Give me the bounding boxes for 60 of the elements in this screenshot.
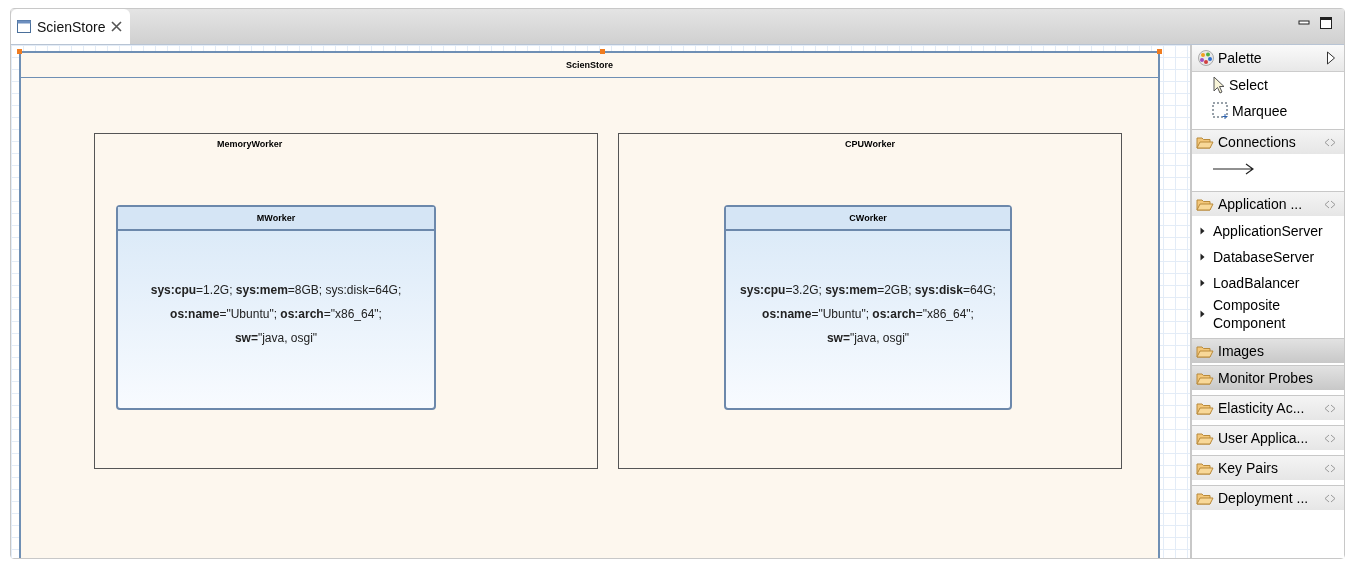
folder-icon bbox=[1196, 344, 1214, 358]
selection-handle[interactable] bbox=[1157, 49, 1162, 54]
palette-tool[interactable]: Marquee bbox=[1192, 98, 1344, 124]
palette-tool[interactable]: Select bbox=[1192, 72, 1344, 98]
expand-triangle-icon[interactable] bbox=[1326, 51, 1336, 65]
bullet-triangle-icon bbox=[1200, 310, 1205, 318]
palette-drawer[interactable]: Elasticity Ac... bbox=[1192, 395, 1344, 420]
pin-icon[interactable] bbox=[1324, 433, 1336, 443]
worker-container[interactable]: MemoryWorker MWorker sys:cpu=1.2G; sys:mem=8GB; sys:disk=64G; os:name="Ubuntu"; os:arch="x86_64"; sw="java, osgi" bbox=[94, 133, 598, 469]
pin-icon[interactable] bbox=[1324, 493, 1336, 503]
palette-drawer[interactable]: User Applica... bbox=[1192, 425, 1344, 450]
window-icon bbox=[17, 20, 31, 33]
worker-container[interactable]: CPUWorker CWorker sys:cpu=3.2G; sys:mem=2GB; sys:disk=64G; os:name="Ubuntu"; os:arch="x86_64"; sw="java, osgi" bbox=[618, 133, 1122, 469]
folder-icon bbox=[1196, 461, 1214, 475]
node-box[interactable]: CWorker sys:cpu=3.2G; sys:mem=2GB; sys:disk=64G; os:name="Ubuntu"; os:arch="x86_64"; sw="java, osgi" bbox=[724, 205, 1012, 410]
palette-item[interactable]: DatabaseServer bbox=[1192, 244, 1344, 270]
pointer-icon bbox=[1212, 76, 1226, 94]
palette-drawer[interactable]: Monitor Probes bbox=[1192, 365, 1344, 390]
property-line: os:name="Ubuntu"; os:arch="x86_64"; bbox=[762, 307, 974, 321]
palette-drawer[interactable]: Application ... bbox=[1192, 191, 1344, 216]
worker-title: CPUWorker bbox=[845, 139, 895, 149]
palette-item[interactable]: ApplicationServer bbox=[1192, 218, 1344, 244]
selection-handle[interactable] bbox=[17, 49, 22, 54]
maximize-icon[interactable] bbox=[1320, 17, 1332, 29]
pin-icon[interactable] bbox=[1324, 199, 1336, 209]
bullet-triangle-icon bbox=[1200, 279, 1205, 287]
close-icon[interactable] bbox=[111, 21, 123, 32]
palette-drawer[interactable]: Connections bbox=[1192, 129, 1344, 154]
worker-title: MemoryWorker bbox=[217, 139, 283, 149]
marquee-icon bbox=[1212, 102, 1229, 120]
palette-icon bbox=[1198, 50, 1214, 66]
node-box[interactable]: MWorker sys:cpu=1.2G; sys:mem=8GB; sys:disk=64G; os:name="Ubuntu"; os:arch="x86_64"; sw="java, osgi" bbox=[116, 205, 436, 410]
folder-icon bbox=[1196, 401, 1214, 415]
palette-item[interactable]: Composite Component bbox=[1192, 296, 1344, 332]
palette-drawer[interactable]: Key Pairs bbox=[1192, 455, 1344, 480]
folder-icon bbox=[1196, 431, 1214, 445]
bullet-triangle-icon bbox=[1200, 253, 1205, 261]
property-line: sw="java, osgi" bbox=[234, 331, 318, 345]
palette-drawer[interactable]: Images bbox=[1192, 338, 1344, 363]
folder-icon bbox=[1196, 197, 1214, 211]
arrow-icon[interactable] bbox=[1212, 162, 1254, 176]
palette-item[interactable]: LoadBalancer bbox=[1192, 270, 1344, 296]
editor-tab[interactable]: ScienStore bbox=[11, 9, 131, 44]
property-line: sys:cpu=3.2G; sys:mem=2GB; sys:disk=64G; bbox=[740, 283, 996, 297]
pin-icon[interactable] bbox=[1324, 403, 1336, 413]
node-title: CWorker bbox=[726, 207, 1010, 231]
pin-icon[interactable] bbox=[1324, 137, 1336, 147]
property-line: os:name="Ubuntu"; os:arch="x86_64"; bbox=[170, 307, 382, 321]
palette-drawer[interactable]: Deployment ... bbox=[1192, 485, 1344, 510]
property-line: sys:cpu=1.2G; sys:mem=8GB; sys:disk=64G; bbox=[150, 283, 402, 297]
property-line: sw="java, osgi" bbox=[826, 331, 910, 345]
palette-title: Palette bbox=[1218, 50, 1262, 66]
node-title: MWorker bbox=[118, 207, 434, 231]
pin-icon[interactable] bbox=[1324, 463, 1336, 473]
bullet-triangle-icon bbox=[1200, 227, 1205, 235]
container-title: ScienStore bbox=[566, 60, 613, 70]
folder-icon bbox=[1196, 491, 1214, 505]
folder-icon bbox=[1196, 371, 1214, 385]
selection-handle[interactable] bbox=[599, 49, 605, 54]
folder-icon bbox=[1196, 135, 1214, 149]
